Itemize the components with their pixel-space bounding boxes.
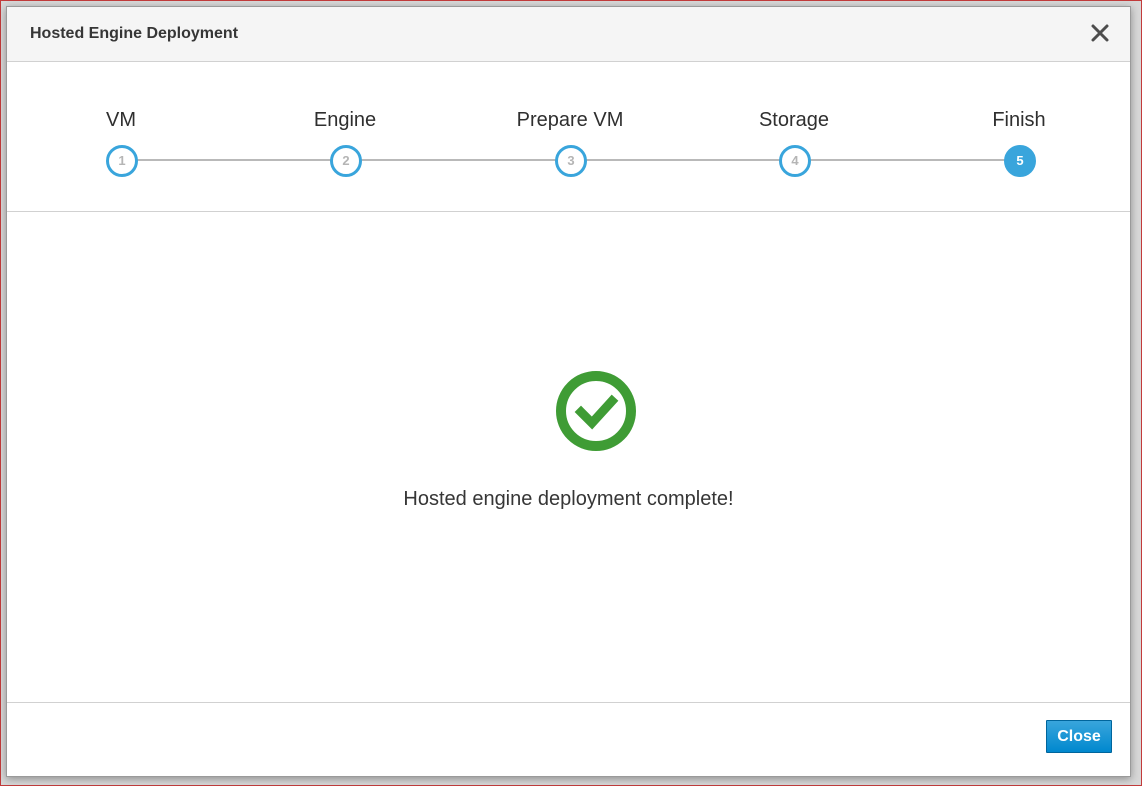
close-button[interactable]: Close — [1046, 720, 1112, 753]
step-label: Storage — [758, 109, 830, 131]
dialog-title: Hosted Engine Deployment — [30, 25, 239, 42]
hosted-engine-dialog: Hosted Engine Deployment VM 1 Engine 2 P… — [6, 6, 1131, 777]
success-check-icon — [556, 371, 636, 451]
step-label: Prepare VM — [516, 109, 624, 131]
dialog-header: Hosted Engine Deployment — [7, 7, 1130, 62]
step-label: Engine — [313, 109, 377, 131]
dialog-body: Hosted engine deployment complete! — [7, 212, 1130, 704]
step-number: 3 — [555, 145, 587, 177]
step-number: 4 — [779, 145, 811, 177]
window-frame: Hosted Engine Deployment VM 1 Engine 2 P… — [0, 0, 1142, 786]
completion-message: Hosted engine deployment complete! — [403, 488, 734, 510]
close-icon[interactable] — [1088, 21, 1112, 45]
step-number: 1 — [106, 145, 138, 177]
step-number: 2 — [330, 145, 362, 177]
step-number-active: 5 — [1004, 145, 1036, 177]
step-label: Finish — [992, 109, 1046, 131]
step-label: VM — [106, 109, 136, 131]
wizard-steps: VM 1 Engine 2 Prepare VM 3 Storage 4 Fin… — [7, 62, 1130, 212]
dialog-footer: Close — [7, 702, 1130, 776]
